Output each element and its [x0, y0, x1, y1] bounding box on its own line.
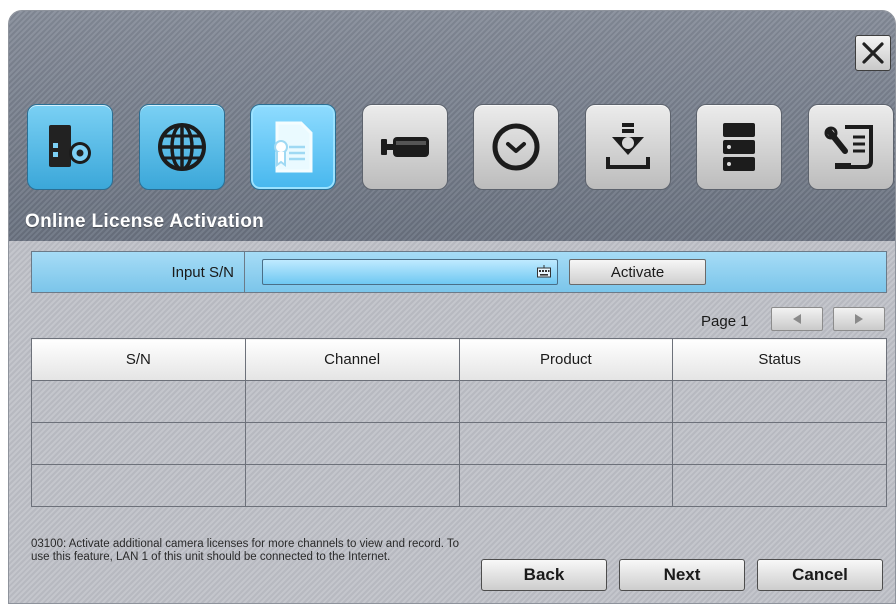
tool-install[interactable]: [585, 104, 671, 190]
table-row[interactable]: [31, 422, 887, 465]
system-settings-icon: [49, 125, 91, 167]
table-cell: [672, 422, 887, 465]
arrow-left-icon: [793, 314, 801, 324]
table-row[interactable]: [31, 380, 887, 423]
settings-toolbar: [27, 104, 895, 192]
table-cell: [31, 380, 246, 423]
tool-maintenance[interactable]: [808, 104, 894, 190]
back-button[interactable]: Back: [481, 559, 607, 591]
column-header-status: Status: [672, 338, 887, 381]
table-cell: [458, 464, 674, 507]
arrow-right-icon: [855, 314, 863, 324]
page-indicator: Page 1: [701, 313, 749, 330]
table-cell: [458, 422, 674, 465]
table-cell: [244, 464, 460, 507]
serial-input-label: Input S/N: [32, 252, 245, 292]
table-cell: [31, 422, 246, 465]
dialog-header: Online License Activation: [9, 11, 895, 241]
camera-icon: [381, 137, 429, 157]
activate-button[interactable]: Activate: [569, 259, 706, 285]
serial-number-input[interactable]: [262, 259, 558, 285]
tool-storage[interactable]: [696, 104, 782, 190]
next-button[interactable]: Next: [619, 559, 745, 591]
table-cell: [31, 464, 246, 507]
tool-schedule[interactable]: [473, 104, 559, 190]
globe-icon: [158, 123, 206, 171]
tool-network[interactable]: [139, 104, 225, 190]
column-header-product: Product: [458, 338, 674, 381]
license-table: S/N Channel Product Status: [31, 338, 887, 507]
keyboard-icon[interactable]: [537, 265, 551, 278]
next-page-button[interactable]: [833, 307, 885, 331]
column-header-channel: Channel: [244, 338, 460, 381]
license-certificate-icon: [274, 121, 313, 173]
section-title: Online License Activation: [25, 211, 265, 232]
tools-document-icon: [824, 125, 873, 169]
download-install-icon: [606, 123, 650, 169]
close-icon: [862, 42, 884, 64]
table-row[interactable]: [31, 464, 887, 507]
clock-icon: [492, 123, 540, 171]
storage-server-icon: [723, 123, 755, 171]
tool-camera[interactable]: [362, 104, 448, 190]
table-header-row: S/N Channel Product Status: [31, 338, 887, 381]
tool-system-settings[interactable]: [27, 104, 113, 190]
table-cell: [672, 380, 887, 423]
license-activation-dialog: Online License Activation Input S/N Acti…: [8, 10, 896, 604]
help-note: 03100: Activate additional camera licens…: [31, 538, 460, 563]
serial-input-row: Input S/N Activate: [31, 251, 887, 293]
column-header-sn: S/N: [31, 338, 246, 381]
close-button[interactable]: [855, 35, 891, 71]
table-cell: [458, 380, 674, 423]
cancel-button[interactable]: Cancel: [757, 559, 883, 591]
table-cell: [672, 464, 887, 507]
table-cell: [244, 380, 460, 423]
table-cell: [244, 422, 460, 465]
tool-license[interactable]: [250, 104, 336, 190]
previous-page-button[interactable]: [771, 307, 823, 331]
